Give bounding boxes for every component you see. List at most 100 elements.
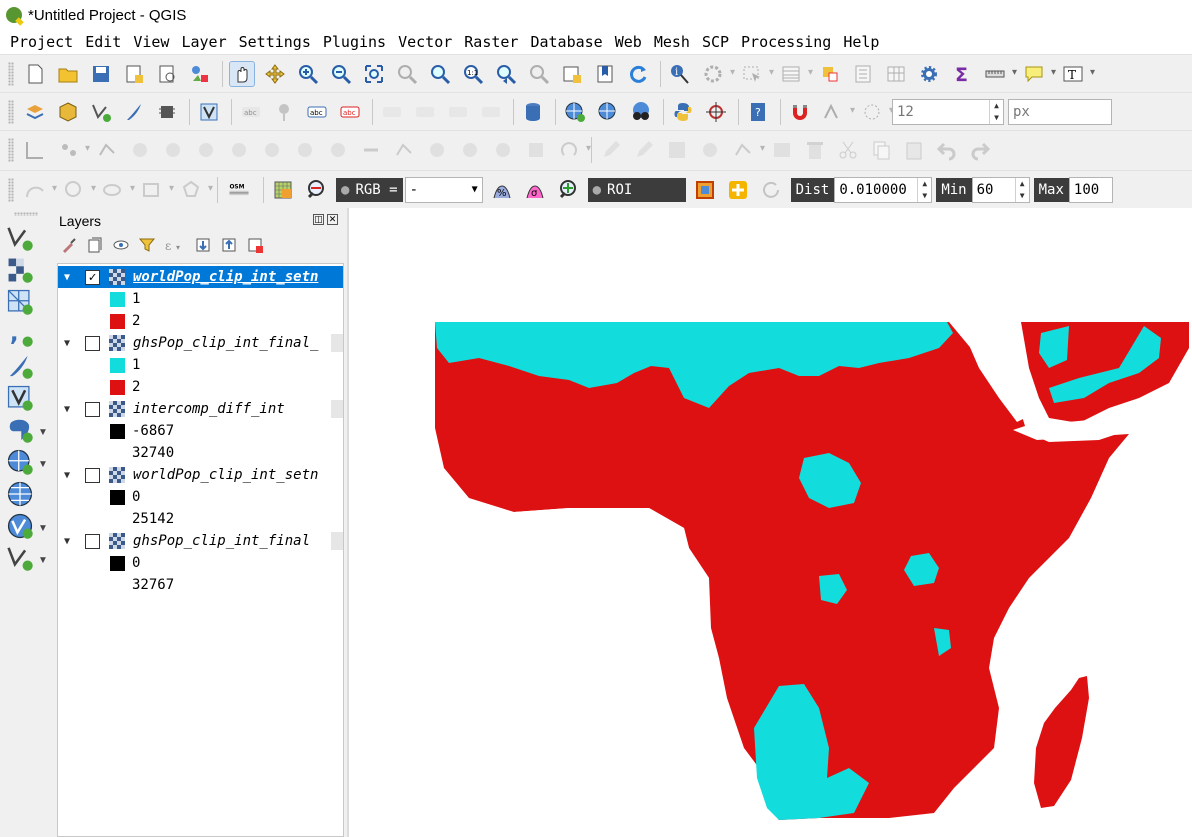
deselect-features-button[interactable] — [817, 61, 843, 87]
field-calculator-button[interactable] — [850, 61, 876, 87]
add-wfs-button[interactable] — [6, 512, 34, 540]
digitize-tool-button[interactable] — [730, 137, 765, 163]
chevron-down-icon[interactable]: ▼ — [38, 555, 48, 566]
layer-visibility-checkbox[interactable] — [85, 401, 100, 417]
add-regular-polygon-button[interactable] — [178, 177, 213, 203]
current-edits-button[interactable] — [22, 137, 48, 163]
rgb-select[interactable]: - ▼ — [404, 176, 483, 203]
statistical-summary-button[interactable] — [883, 61, 909, 87]
menu-layer[interactable]: Layer — [181, 33, 226, 51]
collapse-arrow-icon[interactable]: ▼ — [64, 338, 70, 349]
create-roi-button[interactable] — [692, 177, 718, 203]
delete-selected-button[interactable] — [802, 137, 828, 163]
options-button[interactable] — [916, 61, 942, 87]
paste-features-button[interactable] — [901, 137, 927, 163]
expand-all-icon[interactable] — [194, 236, 212, 254]
pan-to-selection-button[interactable] — [262, 61, 288, 87]
redo-roi-button[interactable] — [758, 177, 784, 203]
zoom-to-layer-button[interactable] — [427, 61, 453, 87]
toolbar-grip[interactable] — [8, 61, 14, 86]
roi-plus-button[interactable] — [725, 177, 751, 203]
spin-arrows-icon[interactable]: ▲ ▼ — [1014, 177, 1029, 202]
add-circular-string-button[interactable] — [22, 177, 57, 203]
reshape-button[interactable] — [358, 137, 384, 163]
layer-row[interactable]: ▼ ghsPop_clip_int_final — [58, 530, 343, 552]
menu-mesh[interactable]: Mesh — [654, 33, 690, 51]
label-toolbar-button[interactable]: abc — [238, 99, 264, 125]
split-parts-button[interactable] — [457, 137, 483, 163]
zoom-last-button[interactable] — [493, 61, 519, 87]
style-manager-button[interactable] — [187, 61, 213, 87]
layer-row[interactable]: ▼ intercomp_diff_int — [58, 398, 343, 420]
zoom-to-selection-button[interactable] — [394, 61, 420, 87]
toolbar-grip[interactable] — [14, 212, 38, 216]
add-wms-layer-button[interactable] — [562, 99, 588, 125]
cut-features-button[interactable] — [835, 137, 861, 163]
add-rectangle-button[interactable] — [139, 177, 174, 203]
menu-vector[interactable]: Vector — [398, 33, 452, 51]
layer-visibility-checkbox[interactable]: ✓ — [85, 269, 100, 285]
select-features-button[interactable] — [739, 61, 774, 87]
float-panel-icon[interactable]: ◫ — [313, 214, 324, 225]
layer-visibility-checkbox[interactable] — [85, 335, 100, 351]
dist-input[interactable]: 0.010000 ▲ ▼ — [834, 176, 933, 203]
menu-edit[interactable]: Edit — [85, 33, 121, 51]
delete-ring-button[interactable] — [325, 137, 351, 163]
add-raster-layer-button[interactable] — [6, 256, 34, 284]
menu-help[interactable]: Help — [843, 33, 879, 51]
move-label-button[interactable] — [379, 99, 405, 125]
pan-map-button[interactable] — [229, 60, 255, 87]
zoom-in-button[interactable] — [295, 61, 321, 87]
rotate-feature-button[interactable] — [160, 137, 186, 163]
add-part-button[interactable] — [259, 137, 285, 163]
new-print-layout-button[interactable] — [121, 61, 147, 87]
open-project-button[interactable] — [55, 61, 81, 87]
new-spatialite-button[interactable] — [121, 99, 147, 125]
copy-features-button[interactable] — [868, 137, 894, 163]
menu-settings[interactable]: Settings — [239, 33, 311, 51]
spin-arrows-icon[interactable]: ▲ ▼ — [917, 177, 931, 202]
snap-unit-select[interactable]: px — [1008, 98, 1112, 125]
sum-statistics-button[interactable]: Σ — [949, 61, 975, 87]
menu-database[interactable]: Database — [530, 33, 602, 51]
chevron-down-icon[interactable]: ▼ — [38, 427, 48, 438]
layer-row[interactable]: ▼ ✓ worldPop_clip_int_setn — [58, 266, 343, 288]
simplify-feature-button[interactable] — [193, 137, 219, 163]
menu-project[interactable]: Project — [10, 33, 73, 51]
snapping-tolerance-button[interactable] — [859, 99, 894, 125]
collapse-arrow-icon[interactable]: ▼ — [64, 470, 70, 481]
layer-visibility-checkbox[interactable] — [85, 467, 100, 483]
layout-manager-button[interactable] — [154, 61, 180, 87]
merge-features-button[interactable] — [490, 137, 516, 163]
expression-filter-icon[interactable]: ε ▾ — [164, 236, 186, 254]
fill-ring-button[interactable] — [292, 137, 318, 163]
chevron-down-icon[interactable]: ▼ — [38, 459, 48, 470]
undo-button[interactable] — [934, 137, 960, 163]
data-source-manager-button[interactable] — [22, 99, 48, 125]
add-point-button[interactable] — [55, 137, 90, 163]
new-memory-layer-button[interactable] — [154, 99, 180, 125]
redo-button[interactable] — [967, 137, 993, 163]
add-virtual-layer-button[interactable] — [6, 384, 34, 412]
snapping-type-button[interactable] — [820, 99, 855, 125]
pencil-edit-button[interactable] — [631, 137, 657, 163]
add-mesh-layer-button[interactable] — [6, 288, 34, 316]
split-features-button[interactable] — [424, 137, 450, 163]
new-virtual-layer-button[interactable] — [196, 99, 222, 125]
add-feature-button[interactable] — [697, 137, 723, 163]
menu-web[interactable]: Web — [615, 33, 642, 51]
add-wcs-button[interactable] — [6, 480, 34, 508]
save-edits-button[interactable] — [664, 137, 690, 163]
refresh-button[interactable] — [625, 61, 651, 87]
add-group-icon[interactable] — [86, 236, 104, 254]
pin-labels-button[interactable] — [271, 99, 297, 125]
toolbar-grip[interactable] — [8, 177, 14, 202]
text-annotation-button[interactable]: T — [1060, 61, 1095, 87]
show-hide-labels-button[interactable] — [412, 99, 438, 125]
metasearch-button[interactable] — [628, 99, 654, 125]
offset-curve-button[interactable] — [391, 137, 417, 163]
add-wms-button[interactable] — [6, 448, 34, 476]
add-vector-layer-button[interactable] — [6, 224, 34, 252]
modify-attributes-button[interactable] — [769, 137, 795, 163]
close-panel-icon[interactable]: ✕ — [327, 214, 338, 225]
